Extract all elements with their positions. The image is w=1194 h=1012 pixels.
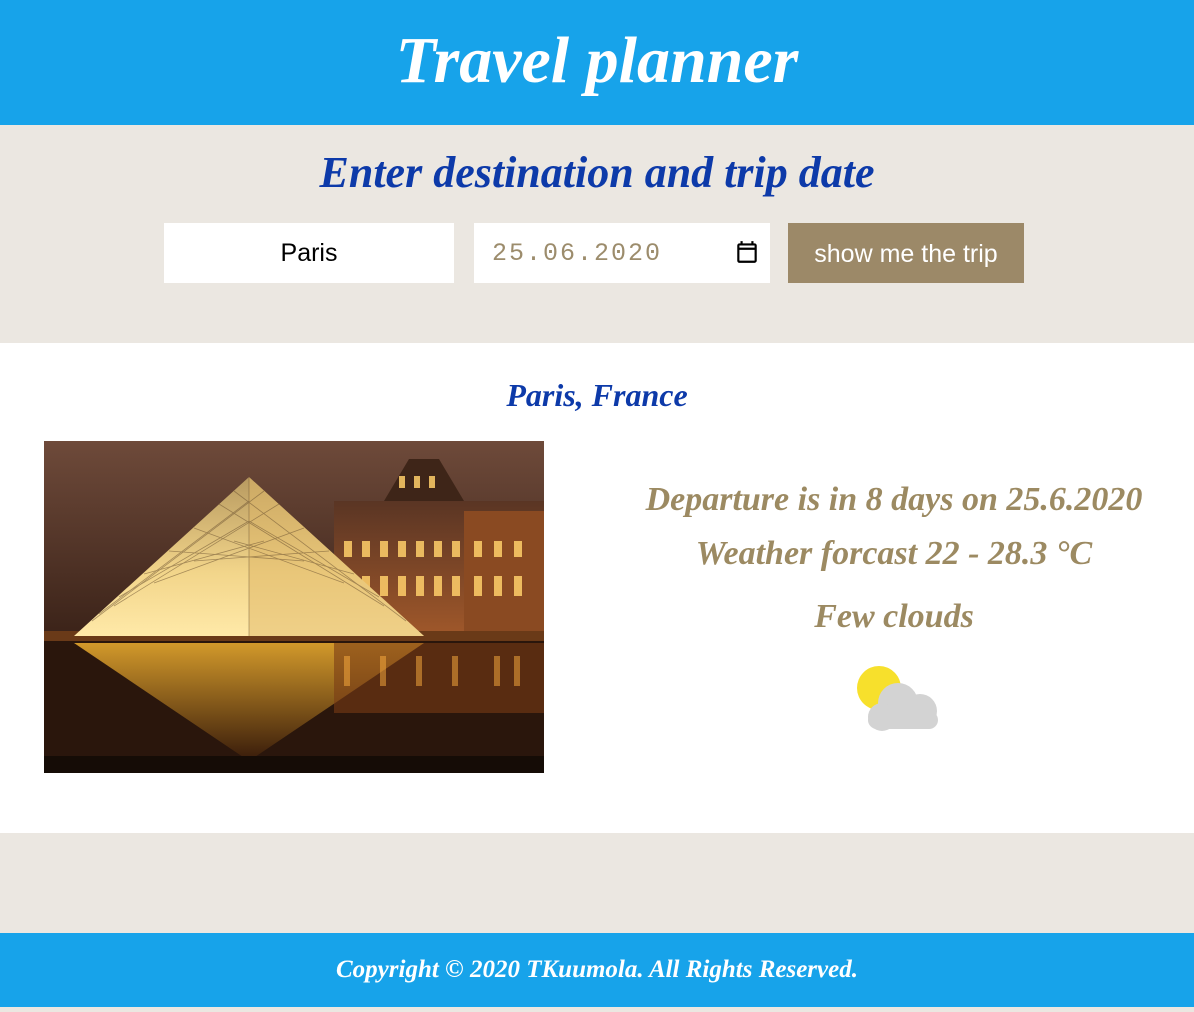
trip-form-section: Enter destination and trip date Paris 25… — [0, 125, 1194, 343]
departure-text: Departure is in 8 days on 25.6.2020 — [645, 481, 1143, 518]
page-footer: Copyright © 2020 TKuumola. All Rights Re… — [0, 933, 1194, 1007]
destination-title: Paris, France — [506, 377, 688, 413]
weather-description: Few clouds — [814, 598, 974, 635]
louvre-pyramid-photo — [44, 441, 544, 773]
trip-date-value: 25.06.2020 — [492, 239, 663, 268]
trip-date-input[interactable]: 25.06.2020 — [474, 223, 770, 283]
app-title: Travel planner — [395, 23, 799, 97]
calendar-icon[interactable] — [734, 239, 760, 265]
form-heading: Enter destination and trip date — [319, 148, 875, 197]
destination-input[interactable]: Paris — [164, 223, 454, 283]
show-trip-button[interactable]: show me the trip — [788, 223, 1024, 283]
trip-result-section: Paris, France Departure is in 8 days on … — [0, 343, 1194, 833]
destination-image — [44, 441, 544, 773]
partly-cloudy-icon — [857, 666, 938, 731]
page-header: Travel planner — [0, 0, 1194, 125]
forecast-text: Weather forcast 22 - 28.3 °C — [695, 535, 1093, 572]
bottom-strip — [0, 1007, 1194, 1012]
content-spacer — [0, 833, 1194, 933]
copyright-text: Copyright © 2020 TKuumola. All Rights Re… — [336, 956, 858, 983]
